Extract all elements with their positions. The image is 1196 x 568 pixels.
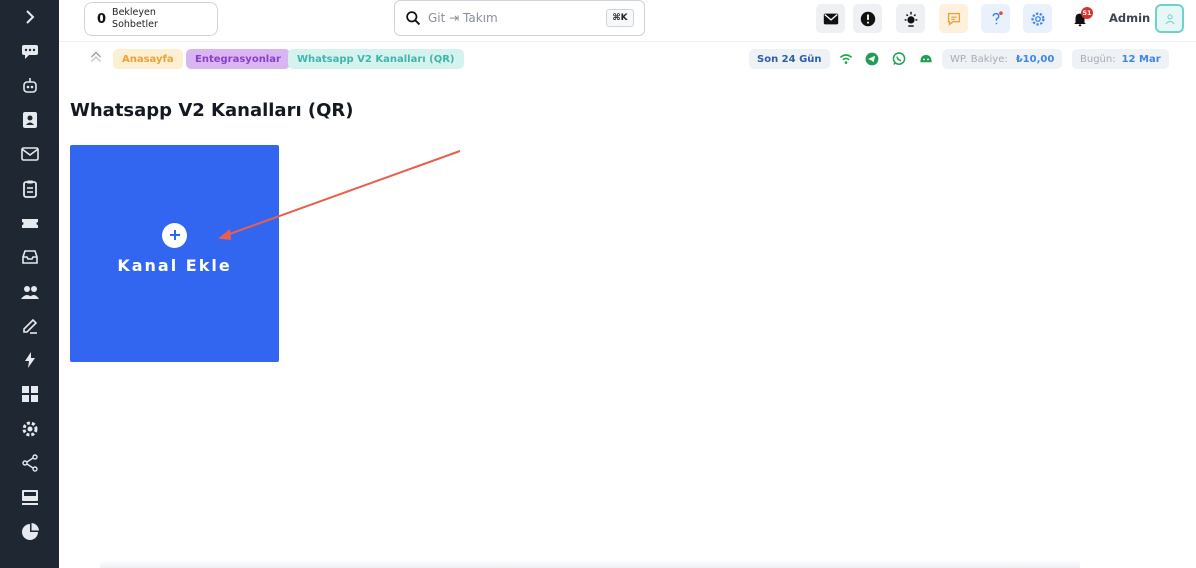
period-selector[interactable]: Son 24 Gün [749,49,830,69]
subbar: Anasayfa Entegrasyonlar Whatsapp V2 Kana… [59,42,1196,75]
settings-button[interactable] [1023,4,1052,33]
chevron-up-icon[interactable] [87,48,105,66]
share-icon[interactable] [0,446,59,480]
balance-pill: WP. Bakiye: ₺10,00 [942,49,1063,69]
breadcrumb-current: Whatsapp V2 Kanalları (QR) [288,49,464,69]
alert-icon [860,11,875,26]
settings-icon[interactable] [0,412,59,446]
bot-status-icon [920,55,932,63]
add-channel-label: Kanal Ekle [117,255,232,275]
pending-count: 0 [97,11,107,27]
pending-label: Bekleyen Sohbetler [112,7,158,30]
contacts-icon[interactable] [0,103,59,137]
bottom-shadow [100,560,1080,568]
balance-label: WP. Bakiye: [950,53,1008,65]
chat-bubble-icon [947,12,960,26]
bulb-icon [904,11,917,27]
search-icon [406,10,421,25]
gear-icon [1030,11,1045,26]
theme-button[interactable] [896,4,925,33]
chat-bubble-button[interactable] [939,4,968,33]
avatar[interactable] [1155,4,1184,33]
topbar: 0 Bekleyen Sohbetler Git ⇥ Takım ⌘K 51 A… [59,0,1196,42]
chat-icon[interactable] [0,34,59,68]
plus-icon [162,222,187,248]
mail-icon [823,13,838,24]
mail-icon[interactable] [0,137,59,171]
breadcrumb-integrations[interactable]: Entegrasyonlar [186,49,290,69]
balance-value: ₺10,00 [1015,53,1055,65]
search-shortcut: ⌘K [606,9,634,27]
today-pill: Bugün: 12 Mar [1072,49,1169,69]
whatsapp-icon [892,52,906,65]
monitor-icon[interactable] [0,480,59,514]
bot-icon[interactable] [0,69,59,103]
edit-icon[interactable] [0,309,59,343]
notifications-button[interactable]: 51 [1065,4,1094,33]
page-title: Whatsapp V2 Kanalları (QR) [70,100,354,121]
clipboard-icon[interactable] [0,171,59,205]
telegram-icon [865,52,879,66]
help-button[interactable] [981,4,1010,33]
today-value: 12 Mar [1121,53,1161,65]
users-icon[interactable] [0,274,59,308]
ticket-icon[interactable] [0,206,59,240]
admin-name[interactable]: Admin [1109,11,1150,25]
sidebar [0,0,59,568]
dashboard-icon[interactable] [0,377,59,411]
search-placeholder: Git ⇥ Takım [428,11,498,25]
wifi-icon [839,54,853,64]
mail-button[interactable] [816,4,845,33]
user-icon [1164,13,1175,24]
expand-sidebar-icon[interactable] [0,0,59,34]
pie-chart-icon[interactable] [0,514,59,548]
add-channel-button[interactable]: Kanal Ekle [70,145,279,362]
lightning-icon[interactable] [0,343,59,377]
alert-button[interactable] [853,4,882,33]
inbox-icon[interactable] [0,240,59,274]
breadcrumb-home[interactable]: Anasayfa [113,49,183,69]
pending-chats-button[interactable]: 0 Bekleyen Sohbetler [84,2,218,36]
help-icon [992,10,1003,24]
today-label: Bugün: [1080,53,1116,65]
notification-count: 51 [1081,7,1093,19]
search-bar[interactable]: Git ⇥ Takım ⌘K [394,0,645,36]
